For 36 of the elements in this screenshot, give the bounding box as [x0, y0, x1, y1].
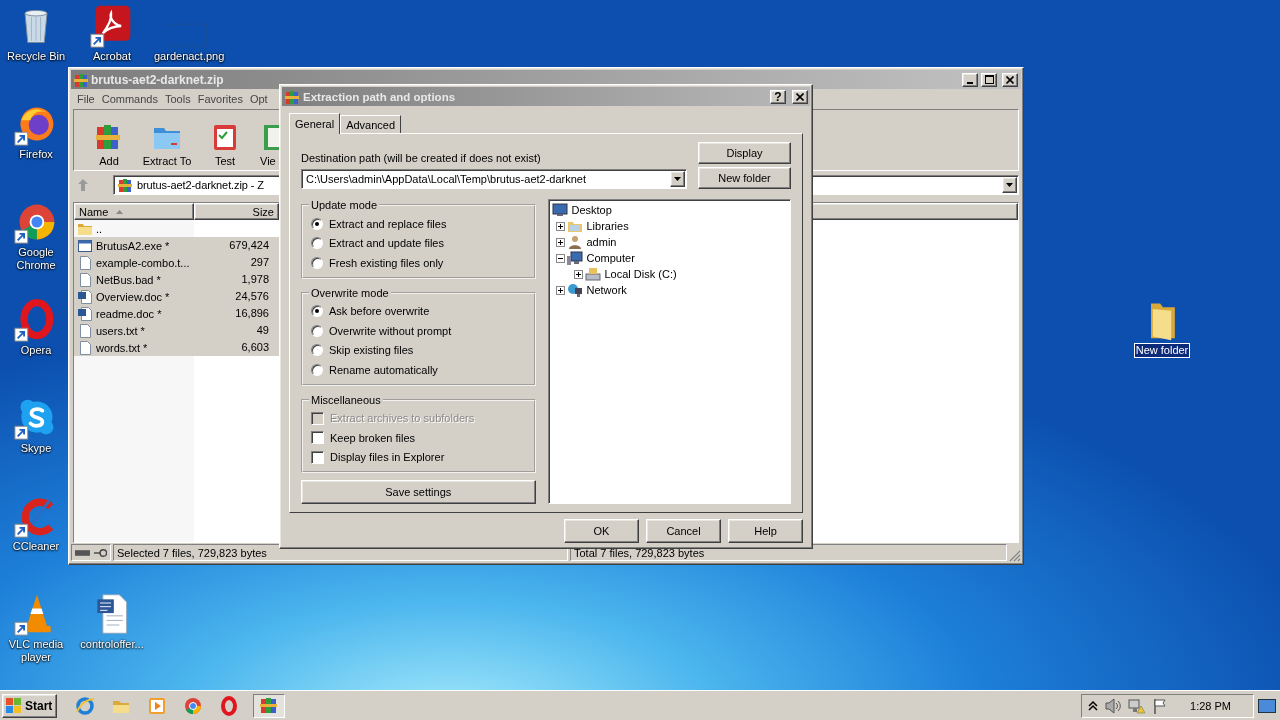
- window-title: brutus-aet2-darknet.zip: [91, 72, 224, 87]
- status-text: Selected 7 files, 729,823 bytes: [117, 546, 267, 559]
- icon-label: Recycle Bin: [5, 50, 67, 63]
- file-size: 49: [255, 323, 270, 338]
- file-size: 297: [249, 255, 270, 270]
- field-label: Destination path (will be created if does not exist): [301, 152, 542, 164]
- option-label: Extract and update files: [329, 237, 444, 250]
- option-label: Skip existing files: [329, 344, 414, 357]
- status-text: Total 7 files, 729,823 bytes: [574, 546, 705, 559]
- option-label: Fresh existing files only: [329, 256, 444, 269]
- file-size: 24,576: [234, 289, 270, 304]
- option-label: Extract and replace files: [329, 217, 447, 230]
- group-title: Miscellaneous: [310, 393, 382, 406]
- file-size: 1,978: [240, 272, 270, 287]
- icon-label: Skype: [19, 442, 53, 455]
- address-text: brutus-aet2-darknet.zip - Z: [137, 179, 264, 191]
- option-label: Ask before overwrite: [329, 305, 430, 318]
- file-size: 16,896: [234, 306, 270, 321]
- icon-label: CCleaner: [11, 540, 61, 553]
- icon-label: Acrobat: [92, 50, 132, 63]
- icon-label: Google Chrome: [15, 246, 57, 272]
- group-title: Update mode: [310, 199, 379, 211]
- file-size: 6,603: [240, 340, 270, 355]
- file-size: 679,424: [228, 238, 270, 253]
- option-label: Overwrite without prompt: [329, 324, 452, 337]
- icon-label: controloffer...: [79, 638, 145, 651]
- option-label: Extract archives to subfolders: [330, 412, 475, 425]
- group-title: Overwrite mode: [310, 286, 390, 299]
- option-label: Rename automatically: [329, 363, 438, 376]
- option-label: Keep broken files: [330, 431, 415, 444]
- dialog-title: Extraction path and options: [303, 90, 456, 103]
- icon-label: Firefox: [18, 148, 54, 161]
- icon-label: New folder: [1134, 344, 1190, 357]
- icon-label: VLC media player: [7, 638, 65, 664]
- icon-label: Opera: [19, 344, 53, 357]
- option-label: Display files in Explorer: [330, 451, 445, 464]
